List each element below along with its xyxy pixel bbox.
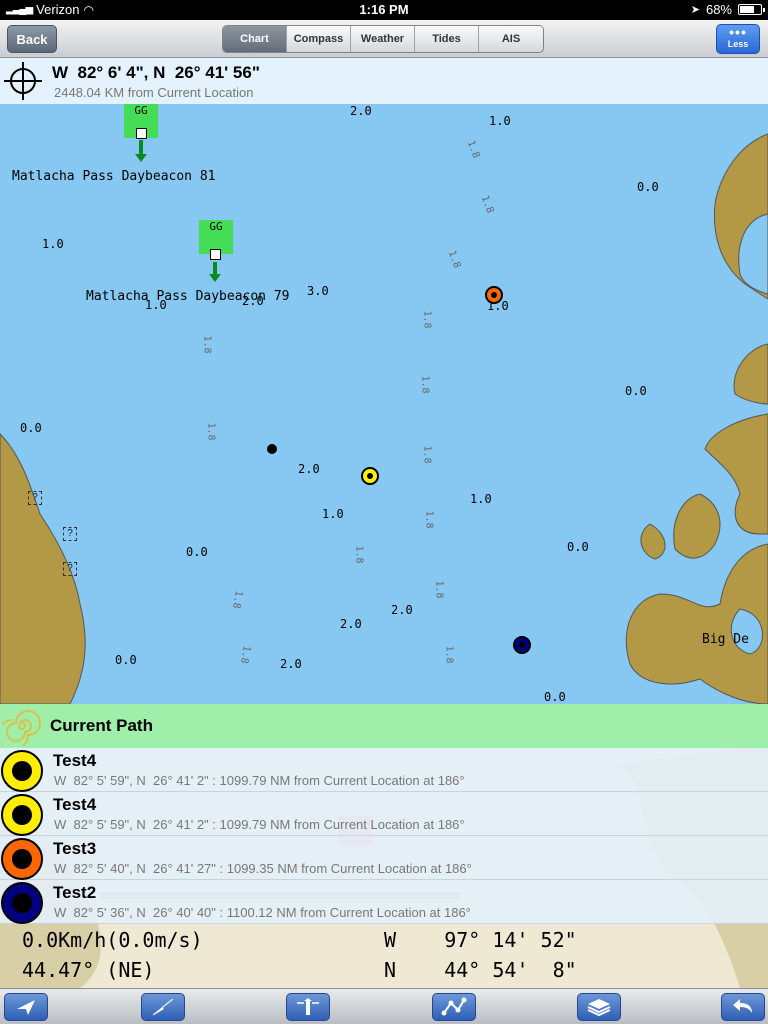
tab-compass[interactable]: Compass — [287, 26, 351, 52]
depth-sounding: 2.0 — [280, 657, 302, 671]
route-nodes-icon — [441, 997, 467, 1016]
location-arrow-icon: ➤ — [690, 4, 700, 16]
location-distance: 2448.04 KM from Current Location — [54, 85, 254, 100]
waypoint-detail: W 82° 5' 59", N 26° 41' 2" : 1099.79 NM … — [54, 773, 465, 788]
depth-sounding: 1.0 — [470, 492, 492, 506]
depth-sounding: 0.0 — [544, 690, 566, 704]
waypoint-row[interactable]: Test3 W 82° 5' 40", N 26° 41' 27" : 1099… — [0, 836, 768, 880]
battery-percent: 68% — [705, 2, 732, 17]
less-button[interactable]: ••• Less — [716, 24, 760, 54]
lighthouse-icon — [297, 998, 319, 1015]
unknown-feature-icon: ? — [28, 491, 42, 505]
beacon-square-icon — [210, 249, 221, 260]
tab-weather[interactable]: Weather — [351, 26, 415, 52]
current-latitude: N 44° 54' 8" — [384, 958, 577, 982]
beacon-code: GG — [209, 220, 223, 233]
beacon-square-icon — [136, 128, 147, 139]
waypoint-row[interactable]: Test4 W 82° 5' 59", N 26° 41' 2" : 1099.… — [0, 748, 768, 792]
return-button[interactable] — [721, 993, 765, 1021]
depth-sounding: 1.0 — [489, 114, 511, 128]
route-button[interactable] — [432, 993, 476, 1021]
contour-label: 1.8 — [423, 510, 435, 529]
depth-sounding: 0.0 — [625, 384, 647, 398]
beacon-code: GG — [134, 104, 148, 117]
waypoint-detail: W 82° 5' 36", N 26° 40' 40" : 1100.12 NM… — [54, 905, 471, 920]
location-header[interactable]: W 82° 6' 4", N 26° 41' 56" 2448.04 KM fr… — [0, 58, 768, 104]
waypoint-navy-icon — [1, 882, 43, 924]
depth-sounding: 2.0 — [242, 294, 264, 308]
depth-sounding: 2.0 — [350, 104, 372, 118]
heading-readout: 44.47° (NE) — [22, 958, 155, 982]
waypoint-yellow-icon — [1, 794, 43, 836]
depth-sounding: 0.0 — [115, 653, 137, 667]
lighthouse-button[interactable] — [286, 993, 330, 1021]
unknown-feature-icon: ? — [63, 527, 77, 541]
waypoint-detail: W 82° 5' 59", N 26° 41' 2" : 1099.79 NM … — [54, 817, 465, 832]
layers-button[interactable] — [577, 993, 621, 1021]
battery-icon — [738, 4, 765, 15]
big-de-label: Big De — [702, 632, 749, 647]
bottom-toolbar — [0, 988, 768, 1024]
waypoint-name: Test4 — [53, 795, 97, 814]
waypoint-row[interactable]: Test4 W 82° 5' 59", N 26° 41' 2" : 1099.… — [0, 792, 768, 836]
waypoint-name: Test2 — [53, 883, 97, 902]
contour-label: 1.8 — [433, 580, 445, 599]
clock: 1:16 PM — [359, 2, 409, 17]
less-label: Less — [727, 39, 749, 49]
contour-label: 1.8 — [353, 545, 365, 564]
current-path-title: Current Path — [50, 716, 153, 735]
current-longitude: W 97° 14' 52" — [384, 928, 577, 952]
depth-sounding: 2.0 — [391, 603, 413, 617]
depth-sounding: 1.0 — [42, 237, 64, 251]
current-path-header[interactable]: Current Path — [0, 704, 768, 748]
tab-ais[interactable]: AIS — [479, 26, 543, 52]
waypoint-orange-icon — [1, 838, 43, 880]
more-dots-icon: ••• — [729, 24, 747, 40]
contour-label: 1.8 — [443, 645, 455, 664]
depth-sounding: 0.0 — [637, 180, 659, 194]
contour-label: 1.8 — [419, 375, 431, 394]
waypoint-yellow-icon — [1, 750, 43, 792]
depth-sounding: 1.0 — [487, 299, 509, 313]
return-arrow-icon — [733, 999, 752, 1013]
depth-sounding: 0.0 — [567, 540, 589, 554]
depth-sounding: 0.0 — [20, 421, 42, 435]
daybeacon-81-label: Matlacha Pass Daybeacon 81 — [12, 169, 216, 184]
depth-sounding: 0.0 — [186, 545, 208, 559]
waypoint-row[interactable]: Test2 W 82° 5' 36", N 26° 40' 40" : 1100… — [0, 880, 768, 924]
battery-fill — [740, 6, 754, 13]
waypoint-name: Test3 — [53, 839, 97, 858]
battery-area: ➤ 68% — [690, 2, 765, 17]
contour-label: 1.8 — [421, 445, 433, 464]
nautical-chart-map[interactable]: GG GG Matlacha Pass Daybeacon 81 Matlach… — [0, 104, 768, 704]
tab-tides[interactable]: Tides — [415, 26, 479, 52]
depth-sounding: 3.0 — [307, 284, 329, 298]
waypoint-detail: W 82° 5' 40", N 26° 41' 27" : 1099.35 NM… — [54, 861, 472, 876]
locate-button[interactable] — [4, 993, 48, 1021]
depth-sounding: 2.0 — [298, 462, 320, 476]
unknown-feature-icon: ? — [63, 562, 77, 576]
contour-label: 1.8 — [421, 310, 433, 329]
contour-label: 1.8 — [205, 422, 217, 441]
speed-readout: 0.0Km/h(0.0m/s) — [22, 928, 203, 952]
tab-chart[interactable]: Chart — [223, 26, 287, 52]
depth-sounding: 2.0 — [340, 617, 362, 631]
view-segmented-control: Chart Compass Weather Tides AIS — [222, 25, 544, 53]
back-button[interactable]: Back — [7, 25, 57, 53]
course-arrow-icon — [152, 998, 174, 1016]
chart-land-layer — [0, 104, 768, 704]
depth-sounding: 1.0 — [145, 298, 167, 312]
status-bar: ▂▃▄▅ Verizon ◠ 1:16 PM ➤ 68% — [0, 0, 768, 20]
crosshair-icon — [4, 62, 42, 100]
location-coordinates: W 82° 6' 4", N 26° 41' 56" — [52, 63, 260, 82]
spiral-icon — [2, 710, 41, 746]
contour-label: 1.8 — [201, 335, 213, 354]
location-arrow-icon — [17, 1000, 35, 1015]
layers-icon — [587, 999, 611, 1017]
navigation-bar: Back Chart Compass Weather Tides AIS •••… — [0, 20, 768, 58]
track-button[interactable] — [141, 993, 185, 1021]
waypoint-name: Test4 — [53, 751, 97, 770]
depth-sounding: 1.0 — [322, 507, 344, 521]
